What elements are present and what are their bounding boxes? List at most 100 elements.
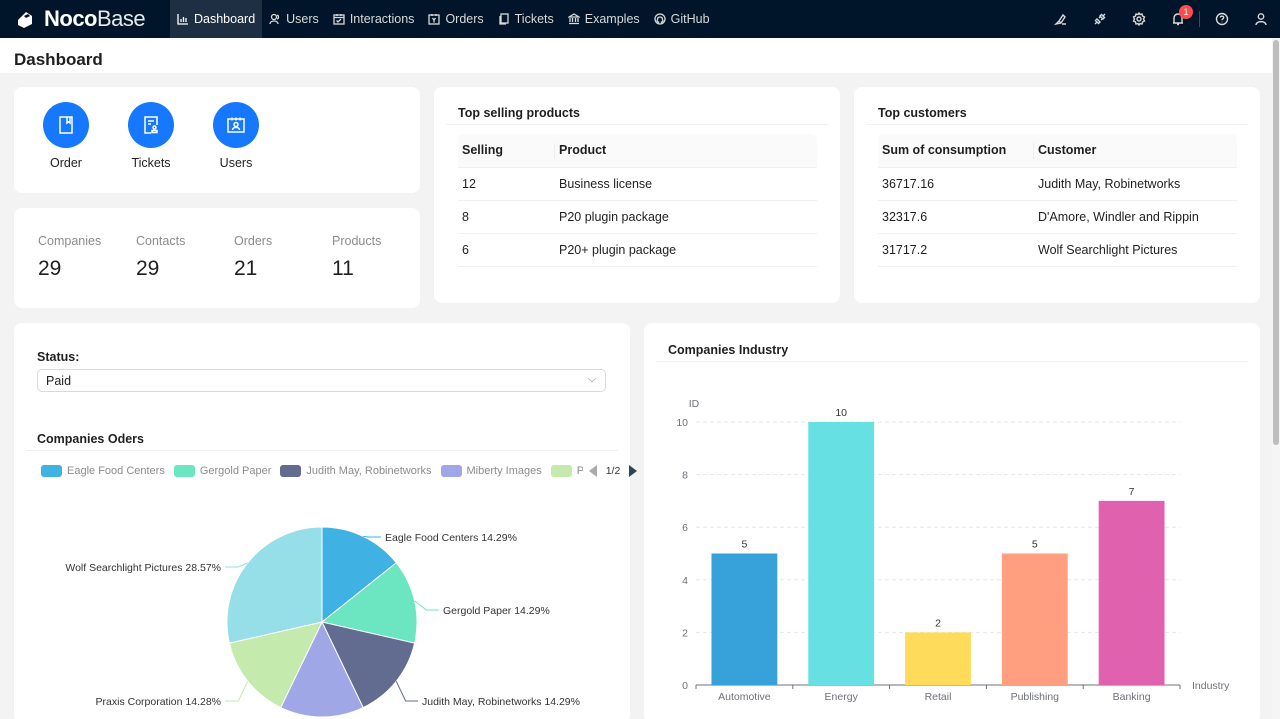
nav-dashboard[interactable]: Dashboard (170, 0, 263, 38)
nav-label: Users (286, 12, 319, 26)
column-header[interactable]: Selling (458, 134, 555, 168)
table-row[interactable]: 12 Business license (458, 167, 817, 201)
pie-label: Wolf Searchlight Pictures 28.57% (65, 562, 221, 574)
bar[interactable] (1001, 553, 1068, 686)
help-icon (1215, 12, 1228, 26)
book-icon (59, 116, 73, 134)
table-cell: D'Amore, Windler and Rippin (1034, 200, 1237, 234)
user-icon (1254, 13, 1267, 26)
table-cell: 12 (458, 167, 555, 201)
status-filter-label: Status: (37, 350, 79, 364)
nav-github[interactable]: GitHub (647, 0, 717, 38)
table-header-row: Selling Product (458, 134, 817, 168)
pie-label: Gergold Paper 14.29% (443, 605, 550, 617)
settings-button[interactable] (1119, 0, 1158, 38)
status-label-colon: : (75, 350, 80, 364)
card-divider (446, 124, 828, 125)
table-row[interactable]: 6 P20+ plugin package (458, 233, 817, 267)
pie-label-line (395, 681, 418, 702)
legend-item[interactable]: Praxis Corporation (550, 465, 583, 477)
table-cell: Wolf Searchlight Pictures (1034, 233, 1237, 267)
legend-page-indicator: 1/2 (605, 465, 621, 477)
bar-data-label: 10 (835, 407, 847, 419)
quick-action-label: Users (219, 156, 253, 170)
logo-icon (18, 12, 32, 28)
x-tick-label: Retail (925, 691, 952, 703)
bar-data-label: 5 (1032, 539, 1038, 551)
table-row[interactable]: 36717.16 Judith May, Robinetworks (878, 167, 1237, 201)
quick-action-tickets[interactable]: Tickets (116, 102, 186, 170)
plugins-button[interactable] (1080, 0, 1119, 38)
page-title: Dashboard (14, 50, 103, 69)
legend-item[interactable]: Gergold Paper (173, 465, 271, 477)
stat-orders: Orders 21 (234, 234, 272, 281)
pie-label-line (414, 600, 439, 611)
statistics-card: Companies 29 Contacts 29 Orders 21 Produ… (14, 208, 420, 308)
quick-action-label: Tickets (131, 156, 171, 170)
table-row[interactable]: 31717.2 Wolf Searchlight Pictures (878, 233, 1237, 267)
table-cell: Judith May, Robinetworks (1034, 167, 1237, 201)
help-button[interactable] (1202, 0, 1241, 38)
top-customers-card: Top customers Sum of consumption Custome… (854, 87, 1260, 303)
page-scrollbar[interactable] (1272, 38, 1280, 719)
table-cell: 31717.2 (878, 233, 1034, 267)
pie-label: Praxis Corporation 14.28% (96, 696, 221, 708)
legend-next-page-icon[interactable] (629, 465, 638, 477)
column-header[interactable]: Product (555, 134, 817, 168)
legend-item[interactable]: Miberty Images (440, 465, 542, 477)
x-axis-label: Industry (1192, 680, 1230, 692)
brand-bold: Noco (44, 6, 98, 31)
quick-action-circle (213, 102, 259, 148)
chevron-down-icon (587, 377, 597, 383)
stat-value: 21 (234, 257, 258, 280)
nav-label: Interactions (349, 12, 415, 26)
stat-value: 11 (332, 257, 354, 280)
table-cell: P20 plugin package (555, 200, 817, 234)
highlight-button[interactable] (1041, 0, 1080, 38)
bar[interactable] (808, 422, 875, 685)
nav-label: GitHub (670, 12, 710, 26)
y-tick-label: 8 (682, 470, 688, 482)
column-header[interactable]: Sum of consumption (878, 134, 1034, 168)
x-tick-label: Automotive (718, 691, 771, 703)
nocobase-logo[interactable]: Noco Base (0, 0, 170, 38)
scrollbar-thumb[interactable] (1273, 40, 1279, 445)
notification-badge: 1 (1179, 5, 1193, 19)
pie-slice[interactable] (226, 526, 323, 644)
legend-item[interactable]: Eagle Food Centers (41, 465, 165, 477)
status-select[interactable]: Paid (37, 369, 606, 392)
table-row[interactable]: 32317.6 D'Amore, Windler and Rippin (878, 200, 1237, 234)
nav-tickets[interactable]: Tickets (491, 0, 561, 38)
top-customers-table: Sum of consumption Customer 36717.16 Judi… (878, 134, 1237, 267)
stat-label: Contacts (136, 234, 186, 248)
quick-action-users[interactable]: Users (201, 102, 271, 170)
brand-light: Base (97, 6, 146, 31)
companies-industry-card: Companies Industry 0 2 4 6 8 10 ID 5 Automotive 1… (644, 323, 1260, 719)
column-header[interactable]: Customer (1034, 134, 1237, 168)
quick-action-order[interactable]: Order (31, 102, 101, 170)
bar-chart: 0246810ID5Automotive10Energy2Retail5Publ… (676, 398, 1230, 703)
copy-icon (498, 13, 509, 25)
bar[interactable] (711, 553, 778, 686)
nav-examples[interactable]: Examples (561, 0, 647, 38)
page-header: Dashboard (0, 38, 1272, 73)
x-tick-label: Banking (1113, 691, 1151, 703)
table-row[interactable]: 8 P20 plugin package (458, 200, 817, 234)
users-icon (269, 13, 280, 25)
x-tick-label: Energy (825, 691, 859, 703)
bar[interactable] (905, 632, 971, 685)
legend-prev-page-icon[interactable] (588, 465, 597, 477)
notifications-button[interactable]: 1 (1158, 0, 1197, 38)
nav-interactions[interactable]: Interactions (326, 0, 422, 38)
bar[interactable] (1098, 500, 1165, 685)
card-divider (866, 124, 1248, 125)
nav-orders[interactable]: Orders (421, 0, 490, 38)
legend-swatch (173, 465, 195, 477)
x-tick-label: Publishing (1011, 691, 1060, 703)
legend-item[interactable]: Judith May, Robinetworks (280, 465, 432, 477)
user-menu-button[interactable] (1241, 0, 1280, 38)
nav-users[interactable]: Users (262, 0, 326, 38)
companies-orders-card: Status: Paid Companies Oders Eagle Food … (14, 323, 638, 719)
y-tick-label: 4 (682, 575, 688, 587)
legend-swatch (280, 465, 302, 477)
